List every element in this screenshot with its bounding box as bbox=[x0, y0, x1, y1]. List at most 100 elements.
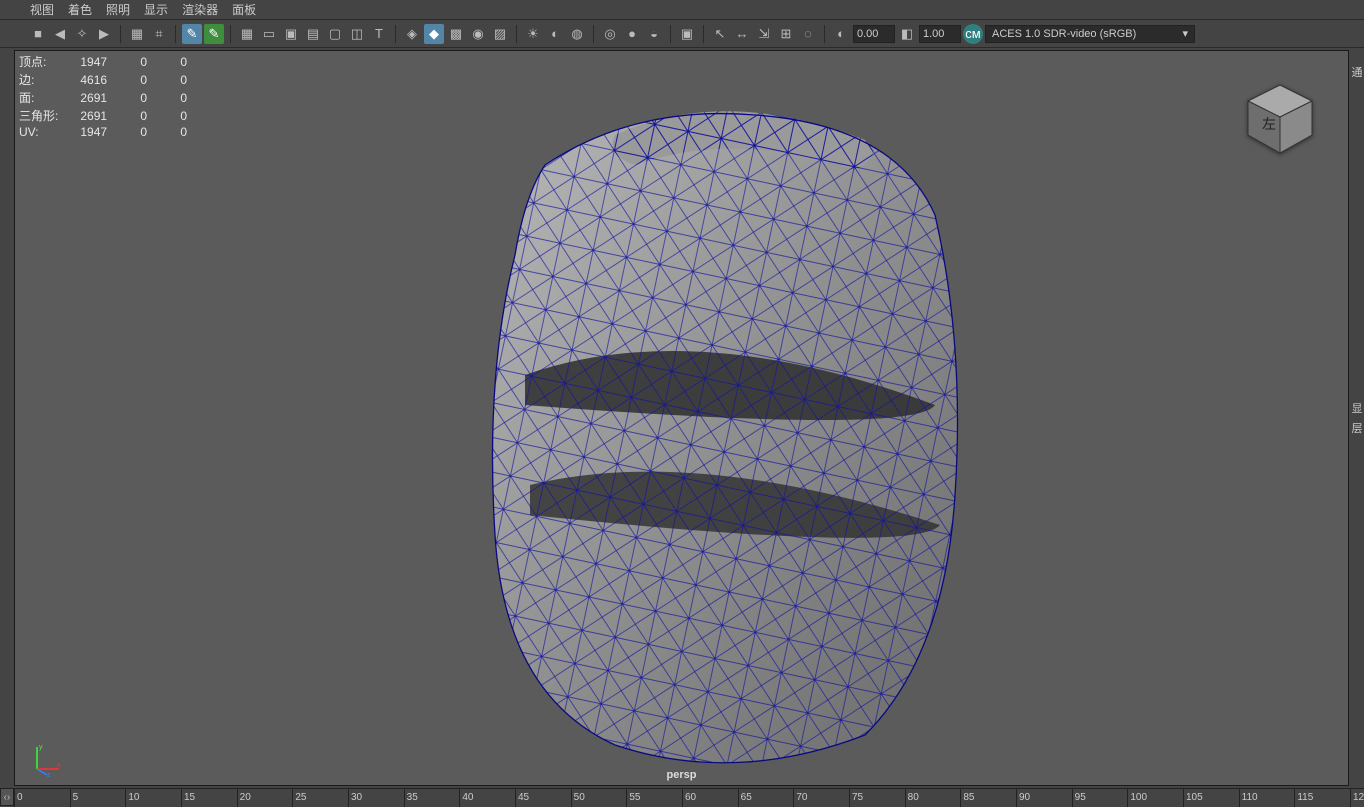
ruler-tick: 30 bbox=[348, 789, 362, 807]
svg-text:x: x bbox=[57, 762, 61, 769]
stat-row-faces: 面: 2691 0 0 bbox=[19, 89, 209, 107]
right-dock: 通 显 层 bbox=[1350, 48, 1364, 788]
menu-shading[interactable]: 着色 bbox=[68, 1, 92, 18]
color-management-dropdown[interactable]: ACES 1.0 SDR-video (sRGB) ▾ bbox=[985, 25, 1195, 43]
ruler-tick: 25 bbox=[292, 789, 306, 807]
gate-mask-icon[interactable]: ▣ bbox=[281, 24, 301, 44]
stat-row-uvs: UV: 1947 0 0 bbox=[19, 125, 209, 140]
ruler-tick: 65 bbox=[738, 789, 752, 807]
workspace: 顶点: 1947 0 0 边: 4616 0 0 面: 2691 0 0 bbox=[0, 48, 1364, 788]
dof-icon[interactable]: ● bbox=[622, 24, 642, 44]
shade-edge-icon[interactable]: ✎ bbox=[204, 24, 224, 44]
use-all-lights-icon[interactable]: ☀ bbox=[523, 24, 543, 44]
time-slider-handle[interactable]: ‹› bbox=[0, 788, 14, 806]
ruler-tick: 70 bbox=[793, 789, 807, 807]
smooth-shade-icon[interactable]: ◆ bbox=[424, 24, 444, 44]
ruler-tick: 10 bbox=[125, 789, 139, 807]
grid-icon[interactable]: ▦ bbox=[237, 24, 257, 44]
ruler-tick: 120 bbox=[1350, 789, 1364, 807]
view-cube[interactable]: 左 bbox=[1240, 79, 1320, 159]
xray-joint-icon[interactable]: ↔ bbox=[732, 24, 752, 44]
separator bbox=[824, 25, 825, 43]
separator bbox=[593, 25, 594, 43]
ruler-tick: 35 bbox=[404, 789, 418, 807]
textured-icon[interactable]: ▩ bbox=[446, 24, 466, 44]
channel-box-tab[interactable]: 通 bbox=[1352, 64, 1363, 80]
ruler-tick: 0 bbox=[14, 789, 23, 807]
time-slider[interactable]: ‹› 0 5 10 15 20 25 30 35 40 45 50 55 60 65 70 75 80 85 90 9… bbox=[0, 788, 1364, 806]
separator bbox=[120, 25, 121, 43]
image-plane-icon[interactable]: ▦ bbox=[127, 24, 147, 44]
ruler-tick: 40 bbox=[459, 789, 473, 807]
bookmark-icon[interactable]: ✧ bbox=[72, 24, 92, 44]
wire-on-shade-icon[interactable]: ▨ bbox=[490, 24, 510, 44]
gamma-field[interactable]: 1.00 bbox=[919, 25, 961, 43]
prev-key-icon[interactable]: ◀ bbox=[50, 24, 70, 44]
wireframe-icon[interactable]: ◈ bbox=[402, 24, 422, 44]
film-gate-icon[interactable]: ⌗ bbox=[149, 24, 169, 44]
chevron-down-icon: ▾ bbox=[1182, 27, 1188, 40]
ruler-tick: 15 bbox=[181, 789, 195, 807]
svg-text:y: y bbox=[39, 744, 43, 751]
ruler-tick: 95 bbox=[1072, 789, 1086, 807]
ruler-tick: 100 bbox=[1127, 789, 1147, 807]
separator bbox=[703, 25, 704, 43]
viewcube-face-label: 左 bbox=[1262, 116, 1276, 132]
ruler-tick: 45 bbox=[515, 789, 529, 807]
exposure-icon[interactable]: ◐ bbox=[831, 24, 851, 44]
ruler-tick: 105 bbox=[1183, 789, 1203, 807]
safe-title-icon[interactable]: ◫ bbox=[347, 24, 367, 44]
snap-grid-icon[interactable]: ⊞ bbox=[776, 24, 796, 44]
xray-comp-icon[interactable]: ⇲ bbox=[754, 24, 774, 44]
separator bbox=[230, 25, 231, 43]
aa-icon[interactable]: ◒ bbox=[644, 24, 664, 44]
light-shade-icon[interactable]: ◉ bbox=[468, 24, 488, 44]
menu-show[interactable]: 显示 bbox=[144, 1, 168, 18]
motion-blur-icon[interactable]: ◎ bbox=[600, 24, 620, 44]
select-camera-icon[interactable]: ■ bbox=[28, 24, 48, 44]
color-mgmt-toggle-icon[interactable]: cм bbox=[963, 24, 983, 44]
anim-layer-tab[interactable]: 层 bbox=[1352, 420, 1363, 436]
display-layer-tab[interactable]: 显 bbox=[1352, 400, 1363, 416]
ruler-tick: 85 bbox=[960, 789, 974, 807]
camera-name-label: persp bbox=[15, 769, 1348, 781]
panel-menubar: 视图 着色 照明 显示 渲染器 面板 bbox=[0, 0, 1364, 20]
separator bbox=[670, 25, 671, 43]
field-chart-icon[interactable]: ▤ bbox=[303, 24, 323, 44]
separator bbox=[395, 25, 396, 43]
ruler-tick: 110 bbox=[1239, 789, 1258, 807]
xray-icon[interactable]: ↖ bbox=[710, 24, 730, 44]
ruler-tick: 5 bbox=[70, 789, 79, 807]
ruler-tick: 60 bbox=[682, 789, 696, 807]
ruler-tick: 80 bbox=[905, 789, 919, 807]
menu-renderer[interactable]: 渲染器 bbox=[182, 1, 218, 18]
color-mgmt-value: ACES 1.0 SDR-video (sRGB) bbox=[992, 28, 1136, 40]
snap-curve-icon[interactable]: ◌ bbox=[798, 24, 818, 44]
ruler-tick: 20 bbox=[237, 789, 251, 807]
separator bbox=[516, 25, 517, 43]
ruler-tick: 75 bbox=[849, 789, 863, 807]
next-key-icon[interactable]: ▶ bbox=[94, 24, 114, 44]
menu-view[interactable]: 视图 bbox=[30, 1, 54, 18]
stat-row-tris: 三角形: 2691 0 0 bbox=[19, 107, 209, 125]
film-back-icon[interactable]: ▭ bbox=[259, 24, 279, 44]
ruler-tick: 55 bbox=[626, 789, 640, 807]
viewport-persp[interactable]: 顶点: 1947 0 0 边: 4616 0 0 面: 2691 0 0 bbox=[14, 50, 1349, 786]
isolate-select-icon[interactable]: ▣ bbox=[677, 24, 697, 44]
resolution-gate-icon[interactable]: T bbox=[369, 24, 389, 44]
menu-lighting[interactable]: 照明 bbox=[106, 1, 130, 18]
poly-count-hud: 顶点: 1947 0 0 边: 4616 0 0 面: 2691 0 0 bbox=[19, 53, 209, 140]
mesh-object[interactable] bbox=[435, 95, 995, 775]
gamma-icon[interactable]: ◧ bbox=[897, 24, 917, 44]
safe-action-icon[interactable]: ▢ bbox=[325, 24, 345, 44]
menu-panels[interactable]: 面板 bbox=[232, 1, 256, 18]
separator bbox=[175, 25, 176, 43]
stat-row-verts: 顶点: 1947 0 0 bbox=[19, 53, 209, 71]
shade-vertex-icon[interactable]: ✎ bbox=[182, 24, 202, 44]
ao-icon[interactable]: ◍ bbox=[567, 24, 587, 44]
ruler-tick: 115 bbox=[1294, 789, 1313, 807]
ruler-tick: 50 bbox=[571, 789, 585, 807]
ruler-tick: 90 bbox=[1016, 789, 1030, 807]
exposure-field[interactable]: 0.00 bbox=[853, 25, 895, 43]
shadows-icon[interactable]: ◐ bbox=[545, 24, 565, 44]
